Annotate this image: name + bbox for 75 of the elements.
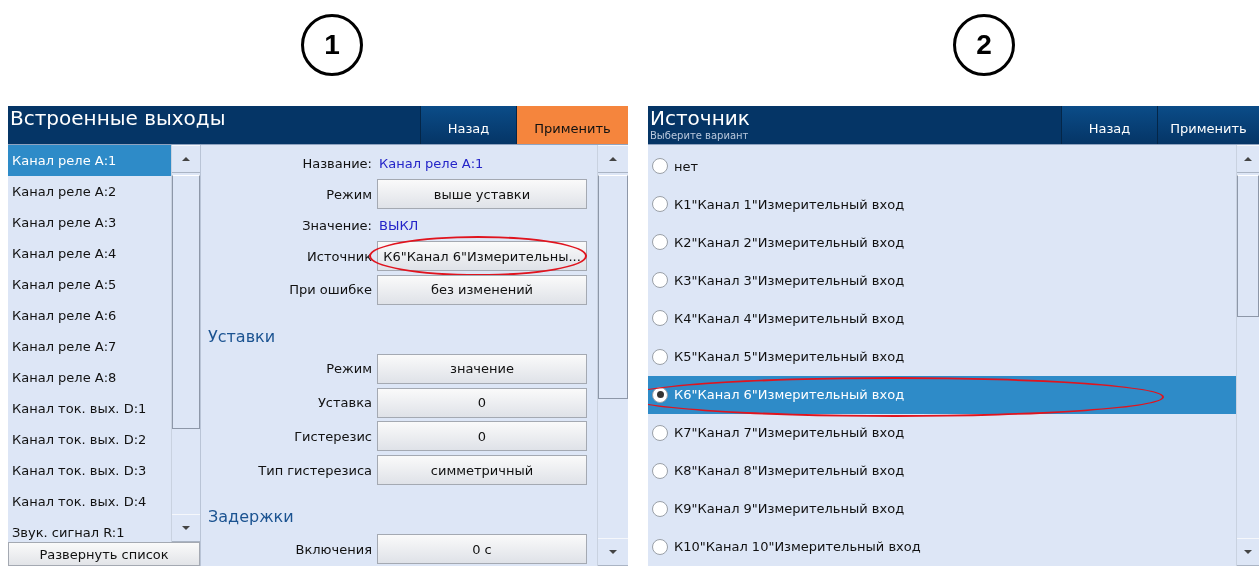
radio-button[interactable] — [652, 539, 668, 555]
section-heading: Задержки — [207, 506, 295, 529]
radio-button[interactable] — [652, 234, 668, 251]
radio-option[interactable]: К4"Канал 4"Измерительный вход — [648, 299, 1236, 338]
expand-list-button[interactable]: Развернуть список — [8, 542, 200, 566]
field-value: Канал реле А:1 — [379, 155, 484, 171]
radio-option[interactable]: К10"Канал 10"Измерительный вход — [648, 528, 1236, 566]
screen-title: Встроенные выходы — [10, 106, 227, 130]
screen-title: Источник — [650, 106, 751, 130]
scrollbar-thumb[interactable] — [1237, 175, 1259, 317]
field-value: ВЫКЛ — [379, 217, 419, 233]
radio-button[interactable] — [652, 196, 668, 213]
field-label: Название: — [301, 155, 373, 171]
value-button[interactable]: К6"Канал 6"Измерительны... — [377, 241, 587, 272]
channel-list-item[interactable]: Канал реле А:5 — [8, 269, 171, 300]
radio-option[interactable]: нет — [648, 147, 1236, 186]
channel-list-item[interactable]: Канал реле А:7 — [8, 331, 171, 362]
value-button[interactable]: 0 — [377, 421, 587, 452]
radio-button[interactable] — [652, 348, 668, 365]
field-label: Тип гистерезиса — [257, 462, 373, 478]
callout-number: 2 — [953, 14, 1015, 76]
field-label: Уставка — [316, 395, 373, 411]
value-button[interactable]: 0 — [377, 387, 587, 418]
channel-list-item[interactable]: Канал ток. вых. D:3 — [8, 455, 171, 486]
channel-list-item[interactable]: Канал реле А:1 — [8, 145, 171, 176]
radio-button[interactable] — [652, 386, 668, 403]
radio-option[interactable]: К5"Канал 5"Измерительный вход — [648, 337, 1236, 376]
channel-list-item[interactable]: Канал реле А:8 — [8, 362, 171, 393]
back-button[interactable]: Назад — [420, 106, 516, 144]
callout-number: 1 — [301, 14, 363, 76]
scroll-down-button[interactable] — [598, 538, 628, 566]
radio-option[interactable]: К3"Канал 3"Измерительный вход — [648, 261, 1236, 300]
channel-list-item[interactable]: Звук. сигнал R:1 — [8, 517, 171, 542]
radio-option[interactable]: К6"Канал 6"Измерительный вход — [648, 375, 1236, 414]
value-button[interactable]: значение — [377, 353, 587, 384]
channel-list-item[interactable]: Канал реле А:2 — [8, 176, 171, 207]
field-label: Включения — [294, 541, 373, 557]
radio-option[interactable]: К7"Канал 7"Измерительный вход — [648, 413, 1236, 452]
channel-list-item[interactable]: Канал ток. вых. D:4 — [8, 486, 171, 517]
radio-option[interactable]: К9"Канал 9"Измерительный вход — [648, 489, 1236, 528]
channel-list-item[interactable]: Канал реле А:6 — [8, 300, 171, 331]
channel-list-item[interactable]: Канал реле А:4 — [8, 238, 171, 269]
scroll-down-button[interactable] — [1237, 538, 1259, 566]
scroll-down-button[interactable] — [172, 514, 200, 542]
scroll-up-button[interactable] — [598, 145, 628, 173]
field-label: Значение: — [301, 217, 373, 233]
scroll-up-button[interactable] — [1237, 145, 1259, 173]
radio-option[interactable]: К8"Канал 8"Измерительный вход — [648, 451, 1236, 490]
apply-button[interactable]: Применить — [1157, 106, 1259, 144]
radio-button[interactable] — [652, 272, 668, 289]
channel-list-item[interactable]: Канал реле А:3 — [8, 207, 171, 238]
radio-option[interactable]: К2"Канал 2"Измерительный вход — [648, 223, 1236, 262]
scrollbar-thumb[interactable] — [172, 175, 200, 429]
scrollbar-thumb[interactable] — [598, 175, 628, 399]
radio-button[interactable] — [652, 462, 668, 479]
value-button[interactable]: симметричный — [377, 455, 587, 486]
radio-option[interactable]: К1"Канал 1"Измерительный вход — [648, 185, 1236, 224]
back-button[interactable]: Назад — [1061, 106, 1157, 144]
screen-subtitle: Выберите вариант — [650, 130, 750, 141]
radio-button[interactable] — [652, 500, 668, 517]
radio-button[interactable] — [652, 310, 668, 327]
scroll-up-button[interactable] — [172, 145, 200, 173]
field-label: Режим — [325, 186, 373, 202]
channel-list-item[interactable]: Канал ток. вых. D:1 — [8, 393, 171, 424]
channel-list-item[interactable]: Канал ток. вых. D:2 — [8, 424, 171, 455]
field-label: Гистерезис — [293, 428, 373, 444]
value-button[interactable]: без изменений — [377, 274, 587, 305]
section-heading: Уставки — [207, 325, 277, 348]
value-button[interactable]: 0 с — [377, 534, 587, 565]
field-label: Режим — [325, 361, 373, 377]
radio-button[interactable] — [652, 424, 668, 441]
apply-button[interactable]: Применить — [516, 106, 628, 144]
radio-button[interactable] — [652, 158, 668, 175]
field-label: При ошибке — [288, 282, 373, 298]
value-button[interactable]: выше уставки — [377, 179, 587, 210]
